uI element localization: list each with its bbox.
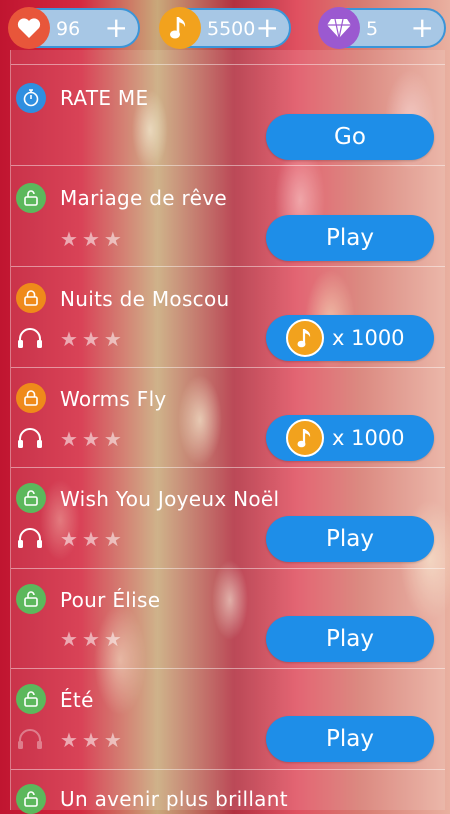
song-title: Été	[60, 688, 94, 712]
play-button[interactable]: Play	[266, 616, 434, 662]
star-icon: ★	[81, 327, 100, 351]
diamond-icon	[318, 7, 360, 49]
play-button[interactable]: Play	[266, 215, 434, 261]
unlocked-icon	[16, 483, 46, 513]
star-icon: ★	[81, 728, 100, 752]
lives-counter[interactable]: 96 +	[8, 7, 140, 49]
star-icon: ★	[81, 227, 100, 251]
song-title: Un avenir plus brillant	[60, 787, 288, 811]
play-button-label: Play	[326, 626, 374, 652]
song-title: Wish You Joyeux Noël	[60, 487, 280, 511]
star-rating: ★ ★ ★	[60, 528, 122, 550]
unlock-button[interactable]: x 1000	[266, 315, 434, 361]
music-note-icon	[286, 419, 324, 457]
music-note-icon	[286, 319, 324, 357]
music-note-icon	[159, 7, 201, 49]
song-title: Pour Élise	[60, 588, 161, 612]
go-button-label: Go	[334, 124, 366, 150]
star-icon: ★	[103, 227, 122, 251]
star-icon: ★	[60, 327, 78, 351]
unlock-cost: x 1000	[332, 426, 405, 450]
stopwatch-icon	[16, 83, 46, 113]
star-icon: ★	[60, 527, 78, 551]
add-lives-button[interactable]: +	[105, 13, 128, 43]
notes-counter[interactable]: 5500 +	[159, 7, 291, 49]
unlocked-icon	[16, 784, 46, 814]
song-title: Nuits de Moscou	[60, 287, 230, 311]
star-icon: ★	[103, 427, 122, 451]
play-button[interactable]: Play	[266, 516, 434, 562]
lives-value: 96	[56, 18, 81, 40]
add-notes-button[interactable]: +	[256, 13, 279, 43]
star-icon: ★	[81, 427, 100, 451]
add-gems-button[interactable]: +	[411, 13, 434, 43]
star-icon: ★	[60, 627, 78, 651]
star-icon: ★	[103, 728, 122, 752]
heart-icon	[8, 7, 50, 49]
star-rating: ★ ★ ★	[60, 628, 122, 650]
play-button-label: Play	[326, 526, 374, 552]
unlock-cost: x 1000	[332, 326, 405, 350]
gems-value: 5	[366, 18, 379, 40]
headphones-icon	[18, 428, 42, 448]
play-button[interactable]: Play	[266, 716, 434, 762]
song-title: Worms Fly	[60, 387, 167, 411]
star-rating: ★ ★ ★	[60, 228, 122, 250]
play-button-label: Play	[326, 225, 374, 251]
star-icon: ★	[60, 227, 78, 251]
star-icon: ★	[103, 327, 122, 351]
locked-icon	[16, 383, 46, 413]
headphones-icon	[18, 528, 42, 548]
star-icon: ★	[103, 627, 122, 651]
star-icon: ★	[81, 627, 100, 651]
song-title: RATE ME	[60, 86, 149, 110]
star-rating: ★ ★ ★	[60, 328, 122, 350]
star-icon: ★	[103, 527, 122, 551]
gems-counter[interactable]: 5 +	[318, 7, 446, 49]
unlock-button[interactable]: x 1000	[266, 415, 434, 461]
star-icon: ★	[60, 728, 78, 752]
headphones-icon	[18, 328, 42, 348]
unlocked-icon	[16, 183, 46, 213]
locked-icon	[16, 283, 46, 313]
star-icon: ★	[81, 527, 100, 551]
star-icon: ★	[60, 427, 78, 451]
song-title: Mariage de rêve	[60, 186, 227, 210]
notes-value: 5500	[207, 18, 256, 40]
unlocked-icon	[16, 584, 46, 614]
go-button[interactable]: Go	[266, 114, 434, 160]
star-rating: ★ ★ ★	[60, 729, 122, 751]
star-rating: ★ ★ ★	[60, 428, 122, 450]
unlocked-icon	[16, 684, 46, 714]
headphones-icon	[18, 729, 42, 749]
play-button-label: Play	[326, 726, 374, 752]
